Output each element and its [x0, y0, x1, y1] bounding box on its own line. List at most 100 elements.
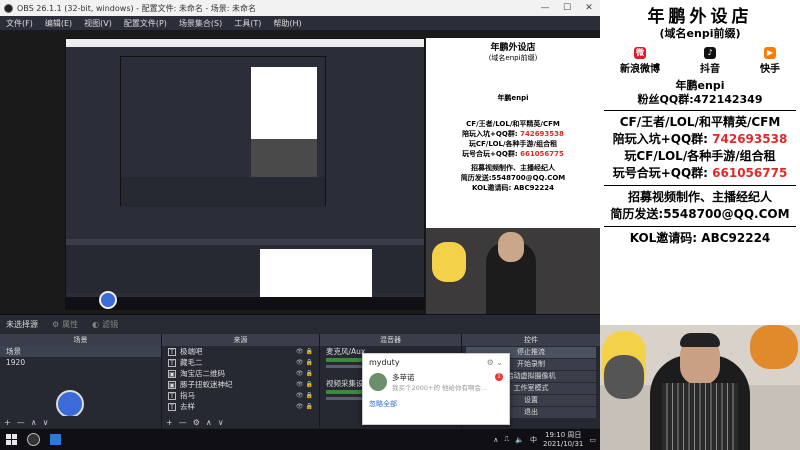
social-weibo: 微 新浪微博 — [620, 47, 660, 75]
add-icon[interactable]: + — [166, 418, 173, 427]
poster-resume: 简历发送:5548700@QQ.COM — [610, 207, 790, 221]
nested-poster-subtitle: (域名enpi前缀) — [488, 54, 538, 62]
webcam-feed — [600, 325, 800, 450]
network-icon[interactable]: ⎍ — [504, 435, 509, 444]
notification-popup[interactable]: myduty ⚙ ⌄ 多苹诺 我买个2000+的 他给你有啊会... 1 忽略全… — [362, 353, 510, 425]
unread-badge: 1 — [495, 373, 503, 381]
filter-icon: ◐ — [92, 320, 100, 329]
status-line: 未选择源 ⚙ 属性 ◐ 滤镜 — [0, 314, 600, 334]
nested-poster-title: 年鹏外设店 — [490, 43, 536, 53]
nested-poster: 年鹏外设店 (域名enpi前缀) 年鹏enpi CF/王者/LOL/和平精英/C… — [426, 38, 600, 228]
nested-obs-capture-2 — [120, 56, 326, 207]
obs-logo-icon — [4, 3, 13, 13]
sources-toolbar: + — ⚙ ∧ ∨ — [162, 416, 319, 428]
source-item[interactable]: T 指马 👁🔒 — [162, 390, 319, 401]
message-snippet: 我买个2000+的 他给你有啊会... — [392, 384, 488, 392]
system-tray: ∧ ⎍ 🔈 中 19:10 周日 2021/10/31 ▭ — [493, 431, 600, 449]
nested-poster-lines: CF/王者/LOL/和平精英/CFM 陪玩入坑+QQ群: 742693538 玩… — [460, 120, 566, 192]
nested-avatar — [99, 291, 117, 309]
scene-item[interactable]: 场景 — [0, 346, 161, 357]
sender-avatar — [369, 373, 387, 391]
app-taskbar-icon[interactable] — [50, 434, 61, 445]
text-source-icon: T — [168, 402, 176, 411]
shop-poster: 年鹏外设店 (域名enpi前缀) 微 新浪微博 ♪ 抖音 ▶ 快手 年鹏enpi… — [600, 0, 800, 325]
properties-button[interactable]: ⚙ 属性 — [52, 319, 78, 330]
divider — [604, 226, 796, 227]
source-item[interactable]: T 藏毛二 👁🔒 — [162, 357, 319, 368]
menu-tools[interactable]: 工具(T) — [234, 18, 261, 29]
husky-plush — [604, 355, 644, 399]
text-source-icon: T — [168, 391, 176, 400]
ignore-all-link[interactable]: 忽略全部 — [363, 395, 509, 413]
plaid-shirt — [662, 383, 738, 450]
add-icon[interactable]: + — [4, 418, 11, 427]
menu-scene-collection[interactable]: 场景集合(S) — [179, 18, 222, 29]
social-douyin: ♪ 抖音 — [700, 47, 720, 75]
menu-help[interactable]: 帮助(H) — [273, 18, 301, 29]
sources-dock: 来源 T 极端吧 👁🔒 T 藏毛二 👁🔒 ▣ 淘宝店二维码 👁🔒 ▣ 豚子扭蚁迷神纪 👁🔒 T指… — [162, 334, 320, 428]
source-item[interactable]: ▣ 淘宝店二维码 👁🔒 — [162, 368, 319, 379]
gear-icon: ⚙ — [52, 320, 60, 329]
docks: 场景 场景 1920 + — ∧ ∨ 来源 T 极端吧 👁🔒 T 藏毛二 👁🔒 ▣ 淘宝店二维码… — [0, 334, 600, 428]
poster-line-2: 陪玩入坑+QQ群: 742693538 — [612, 132, 788, 146]
poster-line-3: 玩CF/LOL/各种手游/组合租 — [624, 149, 776, 163]
nested-taskbar — [66, 297, 424, 309]
scene-item[interactable]: 1920 — [0, 357, 161, 368]
image-source-icon: ▣ — [168, 369, 176, 378]
gear-icon[interactable]: ⚙ — [193, 418, 200, 427]
windows-start-icon[interactable] — [6, 434, 17, 445]
menu-bar: 文件(F) 编辑(E) 视图(V) 配置文件(P) 场景集合(S) 工具(T) … — [0, 16, 600, 31]
orange-plush — [750, 325, 798, 369]
preview-canvas[interactable]: 年鹏外设店 (域名enpi前缀) 年鹏enpi CF/王者/LOL/和平精英/C… — [0, 31, 600, 314]
up-icon[interactable]: ∧ — [31, 418, 37, 427]
down-icon[interactable]: ∨ — [43, 418, 49, 427]
popup-settings-icon[interactable]: ⚙ ⌄ — [487, 358, 503, 367]
obs-taskbar-icon[interactable] — [27, 433, 40, 446]
divider — [604, 185, 796, 186]
popup-message[interactable]: 多苹诺 我买个2000+的 他给你有啊会... 1 — [363, 371, 509, 395]
social-kuaishou: ▶ 快手 — [760, 47, 780, 75]
poster-recruit: 招募视频制作、主播经纪人 — [627, 190, 772, 204]
tray-arrow-icon[interactable]: ∧ — [493, 436, 498, 444]
douyin-icon: ♪ — [704, 47, 716, 59]
poster-line-1: CF/王者/LOL/和平精英/CFM — [619, 115, 781, 129]
nested-webcam — [426, 228, 600, 314]
source-item[interactable]: T 极端吧 👁🔒 — [162, 346, 319, 357]
image-source-icon: ▣ — [168, 380, 176, 389]
source-item[interactable]: T 去样 👁🔒 — [162, 401, 319, 412]
source-item[interactable]: ▣ 豚子扭蚁迷神纪 👁🔒 — [162, 379, 319, 390]
poster-kol: KOL邀请码: ABC92224 — [629, 231, 771, 245]
clock[interactable]: 19:10 周日 2021/10/31 — [543, 431, 583, 449]
input-language[interactable]: 中 — [530, 435, 537, 445]
filters-button[interactable]: ◐ 滤镜 — [92, 319, 118, 330]
no-source-label: 未选择源 — [6, 320, 38, 329]
nested-popup — [260, 249, 372, 297]
text-source-icon: T — [168, 358, 176, 367]
up-icon[interactable]: ∧ — [206, 418, 212, 427]
minimize-icon[interactable]: — — [534, 3, 556, 13]
maximize-icon[interactable]: ☐ — [556, 3, 578, 13]
mixer-header: 混音器 — [320, 334, 461, 346]
nested-poster-handle: 年鹏enpi — [497, 94, 529, 102]
remove-icon[interactable]: — — [17, 418, 25, 427]
visibility-lock-icons[interactable]: 👁🔒 — [296, 346, 315, 357]
menu-profile[interactable]: 配置文件(P) — [124, 18, 167, 29]
scenes-dock: 场景 场景 1920 + — ∧ ∨ — [0, 334, 162, 428]
text-source-icon: T — [168, 347, 176, 356]
notification-center-icon[interactable]: ▭ — [589, 436, 596, 444]
social-links: 微 新浪微博 ♪ 抖音 ▶ 快手 — [600, 47, 800, 75]
menu-edit[interactable]: 编辑(E) — [45, 18, 72, 29]
close-icon[interactable]: ✕ — [578, 3, 600, 13]
nested-title-bar — [66, 39, 424, 47]
menu-view[interactable]: 视图(V) — [84, 18, 112, 29]
popup-header: myduty ⚙ ⌄ — [363, 354, 509, 371]
poster-title: 年鹏外设店 — [647, 7, 753, 27]
volume-icon[interactable]: 🔈 — [515, 436, 524, 444]
poster-handle: 年鹏enpi — [675, 79, 725, 92]
scenes-header: 场景 — [0, 334, 161, 346]
remove-icon[interactable]: — — [179, 418, 187, 427]
fans-group: 粉丝QQ群:472142349 — [637, 93, 763, 106]
menu-file[interactable]: 文件(F) — [6, 18, 33, 29]
down-icon[interactable]: ∨ — [218, 418, 224, 427]
popup-app-name: myduty — [369, 358, 400, 367]
